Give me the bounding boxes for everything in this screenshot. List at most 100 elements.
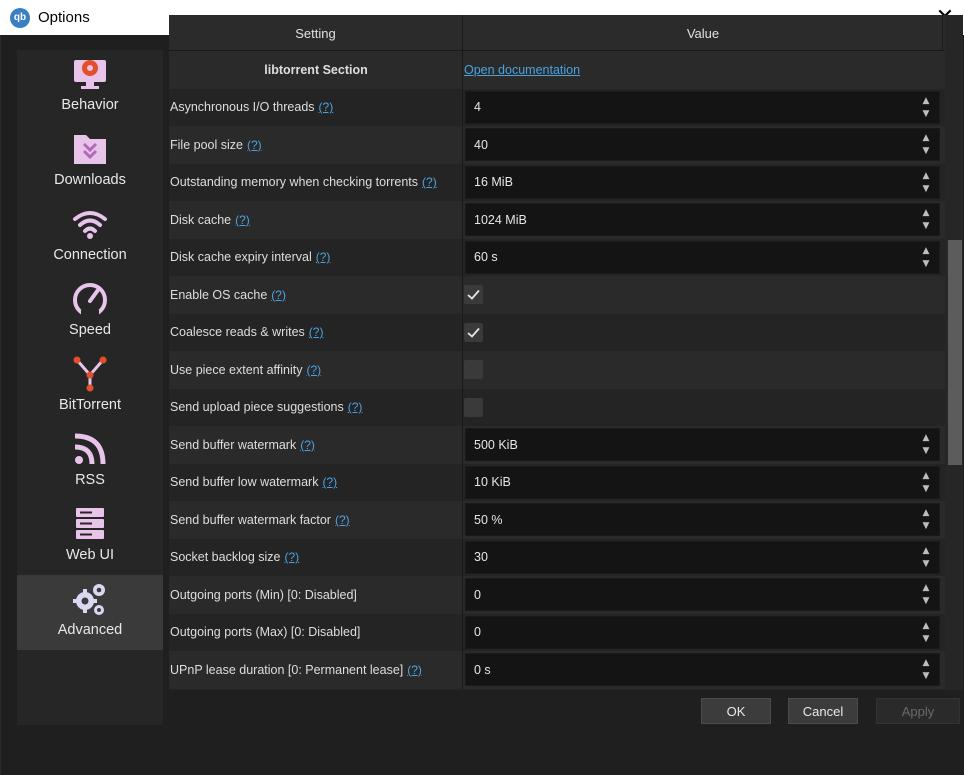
spinbox-value[interactable]: 4: [474, 92, 481, 123]
cancel-button[interactable]: Cancel: [788, 698, 858, 724]
column-divider: [462, 276, 463, 314]
value-checkbox[interactable]: [464, 322, 483, 342]
column-divider: [462, 613, 463, 651]
spin-down-icon[interactable]: ▼: [919, 484, 933, 494]
spin-up-icon[interactable]: ▲: [919, 508, 933, 518]
spinbox-value[interactable]: 10 KiB: [474, 467, 511, 498]
help-link[interactable]: (?): [284, 550, 299, 564]
value-spinbox[interactable]: 30 ▲ ▼: [465, 540, 940, 574]
spinbox-value[interactable]: 30: [474, 542, 488, 573]
spin-down-icon[interactable]: ▼: [919, 596, 933, 606]
help-link[interactable]: (?): [316, 250, 331, 264]
sidebar-item-label: Web UI: [65, 547, 115, 563]
spin-up-icon[interactable]: ▲: [919, 433, 933, 443]
spin-up-icon[interactable]: ▲: [919, 96, 933, 106]
column-divider: [462, 88, 463, 126]
spin-up-icon[interactable]: ▲: [919, 546, 933, 556]
scrollbar-thumb[interactable]: [948, 240, 962, 465]
sidebar-item-rss[interactable]: RSS: [17, 425, 163, 500]
value-spinbox[interactable]: 10 KiB ▲ ▼: [465, 465, 940, 499]
spin-down-icon[interactable]: ▼: [919, 109, 933, 119]
spin-down-icon[interactable]: ▼: [919, 559, 933, 569]
help-link[interactable]: (?): [306, 363, 321, 377]
value-spinbox[interactable]: 40 ▲ ▼: [465, 128, 940, 161]
help-link[interactable]: (?): [348, 400, 363, 414]
value-spinbox[interactable]: 0 ▲ ▼: [465, 615, 940, 649]
apply-button[interactable]: Apply: [876, 698, 960, 724]
spinbox-value[interactable]: 16 MiB: [474, 167, 513, 198]
open-documentation-link[interactable]: Open documentation: [464, 51, 580, 89]
value-checkbox[interactable]: [464, 360, 483, 379]
help-link[interactable]: (?): [300, 438, 315, 452]
spinbox-value[interactable]: 0: [474, 617, 481, 648]
setting-label-text: Send upload piece suggestions: [170, 400, 344, 415]
setting-label-text: Send buffer low watermark: [170, 475, 319, 490]
setting-label: Coalesce reads & writes (?): [170, 314, 323, 352]
value-spinbox[interactable]: 50 % ▲ ▼: [465, 503, 940, 536]
help-link[interactable]: (?): [309, 325, 324, 339]
section-row: libtorrent Section Open documentation: [169, 51, 945, 89]
spinbox-value[interactable]: 50 %: [474, 504, 503, 535]
spin-up-icon[interactable]: ▲: [919, 621, 933, 631]
help-link[interactable]: (?): [407, 663, 422, 677]
column-divider: [462, 351, 463, 389]
help-link[interactable]: (?): [271, 288, 286, 302]
value-spinbox[interactable]: 500 KiB ▲ ▼: [465, 428, 940, 461]
sidebar-item-speed[interactable]: Speed: [17, 275, 163, 350]
column-header-setting[interactable]: Setting: [169, 15, 463, 51]
sidebar-item-advanced[interactable]: Advanced: [17, 575, 163, 650]
value-checkbox[interactable]: [464, 285, 483, 304]
setting-label-text: Socket backlog size: [170, 550, 281, 565]
spin-down-icon[interactable]: ▼: [919, 671, 933, 681]
table-row: Outgoing ports (Min) [0: Disabled] 0 ▲ ▼: [169, 576, 945, 614]
spin-down-icon[interactable]: ▼: [919, 221, 933, 231]
ok-button[interactable]: OK: [701, 698, 771, 724]
spin-up-icon[interactable]: ▲: [919, 583, 933, 593]
help-link[interactable]: (?): [322, 475, 337, 489]
value-checkbox[interactable]: [464, 397, 483, 417]
help-link[interactable]: (?): [422, 175, 437, 189]
help-link[interactable]: (?): [235, 213, 250, 227]
spinbox-value[interactable]: 1024 MiB: [474, 204, 527, 235]
table-row: Outgoing ports (Max) [0: Disabled] 0 ▲ ▼: [169, 613, 945, 651]
value-spinbox[interactable]: 1024 MiB ▲ ▼: [465, 203, 940, 236]
value-spinbox[interactable]: 4 ▲ ▼: [465, 90, 940, 124]
spin-up-icon[interactable]: ▲: [919, 471, 933, 481]
spin-down-icon[interactable]: ▼: [919, 521, 933, 531]
spinbox-value[interactable]: 40: [474, 129, 488, 160]
spin-up-icon[interactable]: ▲: [919, 246, 933, 256]
sidebar-item-bittorrent[interactable]: BitTorrent: [17, 350, 163, 425]
spin-down-icon[interactable]: ▼: [919, 446, 933, 456]
spin-up-icon[interactable]: ▲: [919, 133, 933, 143]
help-link[interactable]: (?): [247, 138, 262, 152]
column-divider: [462, 426, 463, 464]
sidebar-item-downloads[interactable]: Downloads: [17, 125, 163, 200]
spin-up-icon[interactable]: ▲: [919, 171, 933, 181]
vertical-scrollbar[interactable]: [945, 15, 963, 690]
spinbox-value[interactable]: 0: [474, 579, 481, 610]
spin-down-icon[interactable]: ▼: [919, 259, 933, 269]
sidebar-item-web-ui[interactable]: Web UI: [17, 500, 163, 575]
value-spinbox[interactable]: 60 s ▲ ▼: [465, 240, 940, 274]
spinbox-value[interactable]: 60 s: [474, 242, 498, 273]
spin-down-icon[interactable]: ▼: [919, 634, 933, 644]
help-link[interactable]: (?): [319, 100, 334, 114]
value-spinbox[interactable]: 16 MiB ▲ ▼: [465, 165, 940, 199]
value-spinbox[interactable]: 0 s ▲ ▼: [465, 653, 940, 686]
setting-label-text: Outgoing ports (Max) [0: Disabled]: [170, 625, 361, 640]
column-header-value[interactable]: Value: [464, 15, 943, 51]
setting-label-text: Enable OS cache: [170, 287, 268, 302]
spin-down-icon[interactable]: ▼: [919, 184, 933, 194]
sidebar-item-behavior[interactable]: Behavior: [17, 50, 163, 125]
spinbox-value[interactable]: 500 KiB: [474, 429, 518, 460]
spin-up-icon[interactable]: ▲: [919, 208, 933, 218]
spin-up-icon[interactable]: ▲: [919, 658, 933, 668]
spinbox-value[interactable]: 0 s: [474, 654, 491, 685]
table-row: Disk cache (?) 1024 MiB ▲ ▼: [169, 201, 945, 239]
setting-label: Send upload piece suggestions (?): [170, 389, 362, 427]
value-spinbox[interactable]: 0 ▲ ▼: [465, 578, 940, 611]
help-link[interactable]: (?): [335, 513, 350, 527]
sidebar-item-connection[interactable]: Connection: [17, 200, 163, 275]
spin-down-icon[interactable]: ▼: [919, 146, 933, 156]
section-title: libtorrent Section: [264, 62, 368, 77]
